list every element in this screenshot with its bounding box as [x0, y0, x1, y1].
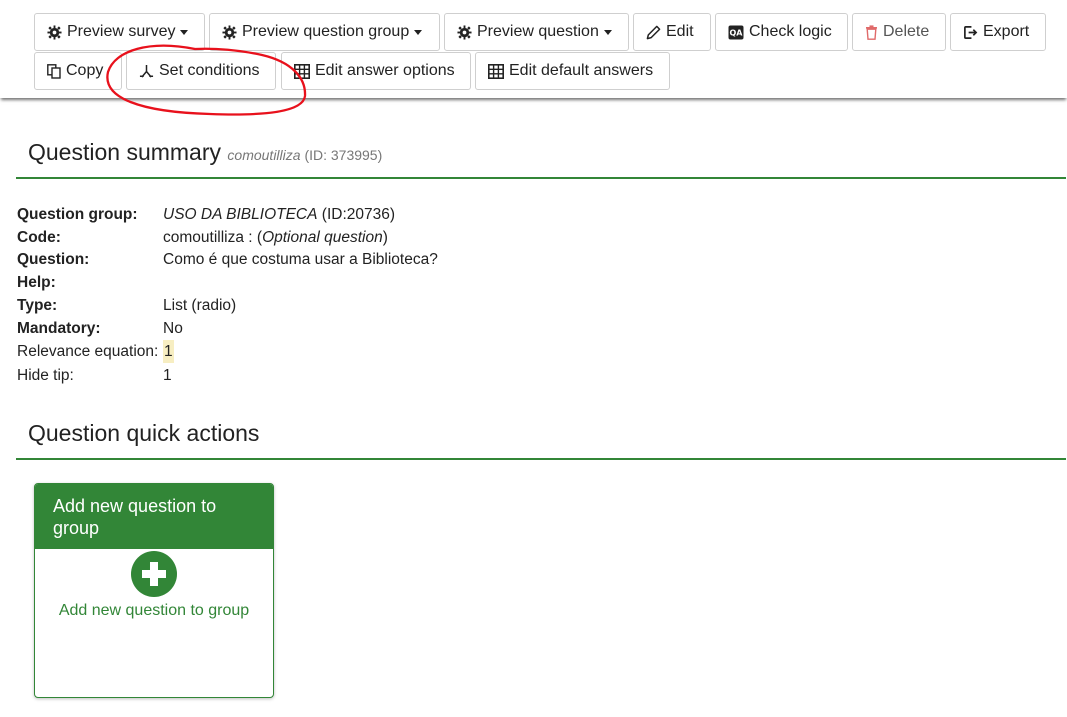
- label-relevance: Relevance equation:: [17, 343, 159, 360]
- question-toolbar: Preview survey Preview question group Pr…: [0, 0, 1067, 116]
- copy-label: Copy: [66, 62, 104, 79]
- edit-default-answers-button[interactable]: Edit default answers: [475, 52, 670, 90]
- label-question-group: Question group:: [17, 206, 138, 223]
- pencil-icon: [646, 25, 661, 40]
- export-icon: [963, 25, 978, 40]
- question-code: comoutilliza: [227, 147, 301, 163]
- optional-text: Optional question: [262, 229, 383, 246]
- label-code: Code:: [17, 229, 61, 246]
- copy-icon: [47, 63, 61, 79]
- preview-question-button[interactable]: Preview question: [444, 13, 629, 51]
- preview-question-group-label: Preview question group: [242, 23, 410, 40]
- edit-answer-options-button[interactable]: Edit answer options: [281, 52, 471, 90]
- check-logic-label: Check logic: [749, 23, 832, 40]
- export-button[interactable]: Export: [950, 13, 1046, 51]
- value-question-group: USO DA BIBLIOTECA (ID:20736): [163, 203, 395, 226]
- edit-label: Edit: [666, 23, 694, 40]
- trash-icon: [865, 24, 878, 40]
- quick-actions-title: Question quick actions: [28, 420, 260, 446]
- code-text: comoutilliza : (: [163, 229, 263, 246]
- quick-actions-divider: [16, 458, 1066, 460]
- set-conditions-label: Set conditions: [159, 62, 260, 79]
- delete-button[interactable]: Delete: [852, 13, 946, 51]
- gear-icon: [222, 24, 237, 40]
- group-id: (ID:20736): [321, 206, 396, 223]
- set-conditions-button[interactable]: Set conditions: [126, 52, 276, 90]
- caret-down-icon: [180, 29, 189, 35]
- gear-icon: [47, 24, 62, 40]
- card-header: Add new question to group: [35, 484, 273, 549]
- edit-default-answers-label: Edit default answers: [509, 62, 654, 79]
- label-question: Question:: [17, 251, 90, 268]
- value-question: Como é que costuma usar a Biblioteca?: [163, 251, 438, 268]
- check-logic-icon: QA: [728, 25, 744, 40]
- label-mandatory: Mandatory:: [17, 320, 101, 337]
- plus-circle-icon[interactable]: [131, 551, 177, 597]
- value-code: comoutilliza : (Optional question): [163, 226, 388, 249]
- table-icon: [488, 63, 504, 79]
- edit-button[interactable]: Edit: [633, 13, 711, 51]
- preview-question-group-button[interactable]: Preview question group: [209, 13, 440, 51]
- caret-down-icon: [603, 29, 612, 35]
- add-question-card[interactable]: Add new question to group Add new questi…: [34, 483, 274, 698]
- group-name: USO DA BIBLIOTECA: [163, 206, 318, 223]
- question-id: (ID: 373995): [304, 147, 383, 163]
- preview-survey-button[interactable]: Preview survey: [34, 13, 205, 51]
- delete-label: Delete: [883, 23, 930, 40]
- table-icon: [294, 63, 310, 79]
- code-close: ): [382, 229, 388, 246]
- label-type: Type:: [17, 297, 58, 314]
- value-relevance: 1: [163, 340, 174, 363]
- question-summary-title: Question summary comoutilliza (ID: 37399…: [28, 139, 382, 166]
- check-logic-button[interactable]: QA Check logic: [715, 13, 848, 51]
- preview-survey-label: Preview survey: [67, 23, 176, 40]
- edit-answer-options-label: Edit answer options: [315, 62, 455, 79]
- add-question-link[interactable]: Add new question to group: [35, 602, 273, 620]
- export-label: Export: [983, 23, 1030, 40]
- summary-divider: [16, 177, 1066, 179]
- label-hide-tip: Hide tip:: [17, 367, 74, 384]
- question-summary-heading: Question summary: [28, 139, 222, 165]
- svg-text:QA: QA: [730, 28, 744, 37]
- value-mandatory: No: [163, 320, 183, 337]
- label-help: Help:: [17, 274, 56, 291]
- value-hide-tip: 1: [163, 367, 172, 384]
- gear-icon: [457, 24, 472, 40]
- question-code-subtitle: comoutilliza (ID: 373995): [227, 147, 382, 163]
- copy-button[interactable]: Copy: [34, 52, 122, 90]
- fork-icon: [139, 64, 154, 79]
- value-type: List (radio): [163, 297, 237, 314]
- caret-down-icon: [414, 29, 423, 35]
- preview-question-label: Preview question: [477, 23, 599, 40]
